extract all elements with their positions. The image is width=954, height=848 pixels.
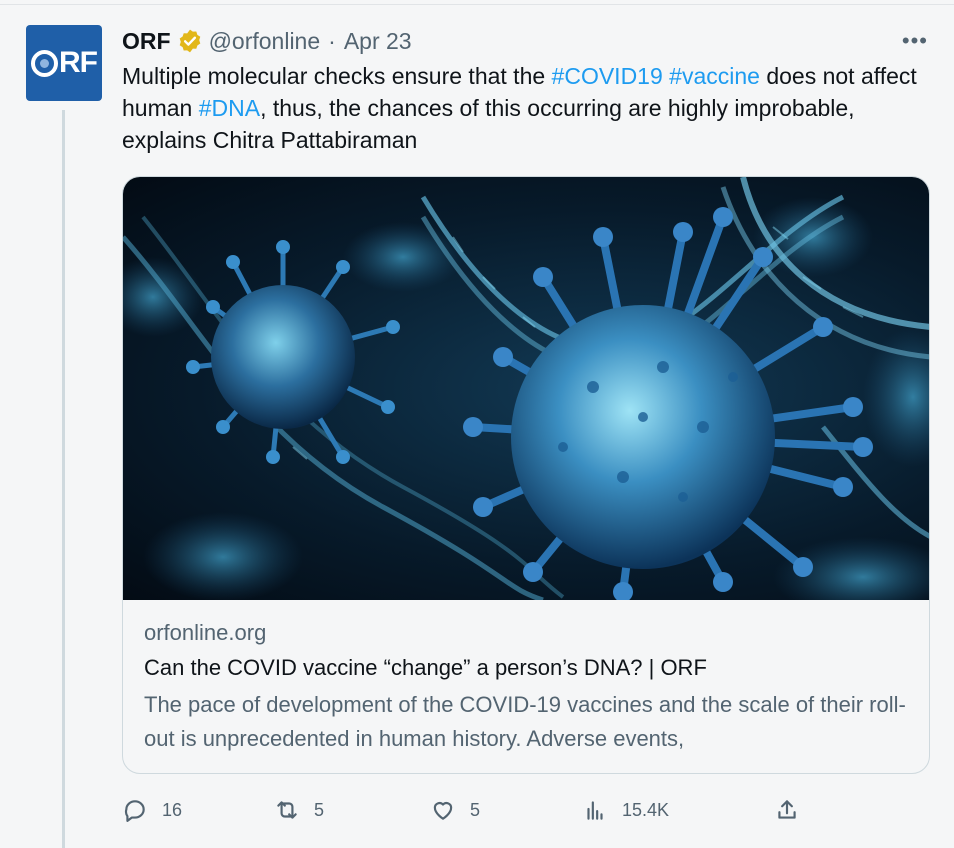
- views-button[interactable]: 15.4K: [582, 792, 669, 828]
- divider: [0, 4, 954, 5]
- reply-button[interactable]: 16: [122, 792, 182, 828]
- views-chart-icon: [587, 801, 603, 820]
- tweet-header: ORF @orfonline · Apr 23: [122, 26, 412, 56]
- more-options-icon[interactable]: •••: [902, 28, 928, 54]
- tweet-actions: 16 5 5 15.4K: [122, 792, 812, 828]
- like-count: 5: [470, 799, 481, 820]
- tweet-text-segment: Multiple molecular checks ensure that th…: [122, 63, 552, 89]
- avatar-text: RF: [59, 46, 98, 79]
- thread-line: [62, 110, 65, 848]
- retweet-count: 5: [314, 799, 325, 820]
- hashtag-link[interactable]: #vaccine: [669, 63, 760, 89]
- virus-illustration: [123, 177, 929, 600]
- reply-count: 16: [162, 799, 183, 820]
- author-handle[interactable]: @orfonline: [209, 28, 321, 55]
- avatar[interactable]: RF: [26, 25, 102, 101]
- card-domain: orfonline.org: [144, 620, 267, 645]
- card-description: The pace of development of the COVID-19 …: [144, 692, 906, 751]
- orf-logo-icon: [31, 49, 58, 77]
- retweet-button[interactable]: 5: [274, 792, 324, 828]
- heart-icon: [433, 802, 453, 820]
- card-title: Can the COVID vaccine “change” a person’…: [144, 655, 707, 680]
- share-button[interactable]: [774, 792, 814, 828]
- views-count: 15.4K: [622, 799, 670, 820]
- hashtag-link[interactable]: #COVID19: [552, 63, 663, 89]
- author-name[interactable]: ORF: [122, 28, 171, 55]
- link-card[interactable]: orfonline.org Can the COVID vaccine “cha…: [122, 176, 930, 774]
- card-body: orfonline.org Can the COVID vaccine “cha…: [144, 617, 914, 756]
- reply-icon: [124, 800, 145, 822]
- hashtag-link[interactable]: #DNA: [199, 95, 260, 121]
- tweet[interactable]: RF ORF @orfonline · Apr 23 ••• Multiple …: [0, 0, 954, 848]
- verified-badge-icon[interactable]: [177, 28, 203, 54]
- like-button[interactable]: 5: [430, 792, 480, 828]
- tweet-date[interactable]: Apr 23: [344, 28, 412, 55]
- tweet-text: Multiple molecular checks ensure that th…: [122, 60, 932, 156]
- card-image[interactable]: [123, 177, 929, 600]
- share-icon: [778, 800, 796, 819]
- separator-dot: ·: [328, 27, 336, 54]
- retweet-icon: [277, 801, 297, 819]
